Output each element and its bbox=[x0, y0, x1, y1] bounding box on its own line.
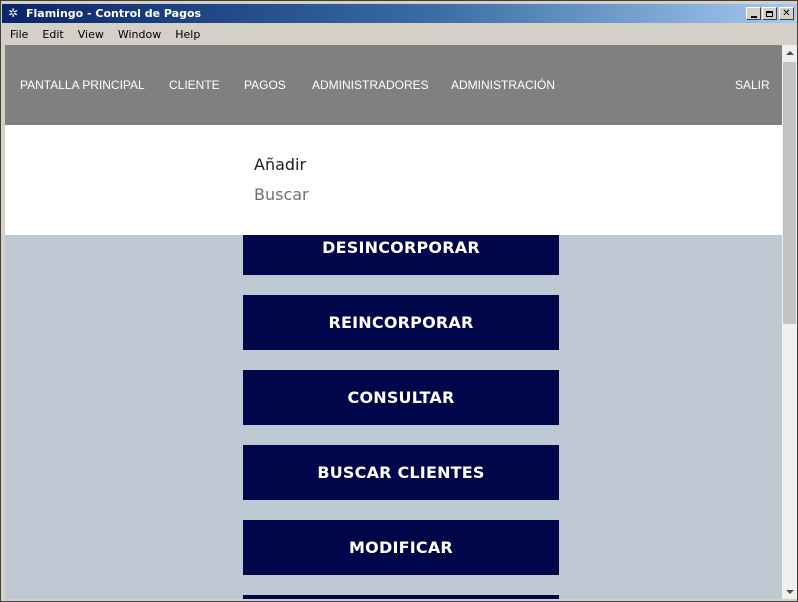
nav-administracion[interactable]: ADMINISTRACIÓN bbox=[451, 78, 555, 92]
menu-bar: File Edit View Window Help bbox=[2, 25, 796, 45]
scroll-down-button[interactable] bbox=[782, 584, 797, 599]
nav-pantalla-principal[interactable]: PANTALLA PRINCIPAL bbox=[20, 78, 145, 92]
flamingo-app-icon[interactable]: ✲ bbox=[6, 6, 20, 20]
modificar-button[interactable]: MODIFICAR bbox=[243, 520, 559, 575]
scroll-thumb[interactable] bbox=[783, 62, 796, 324]
menu-window[interactable]: Window bbox=[110, 26, 167, 44]
vertical-scrollbar[interactable] bbox=[782, 45, 797, 599]
title-bar[interactable]: ✲ Flamingo - Control de Pagos ✕ bbox=[2, 4, 796, 23]
menu-help[interactable]: Help bbox=[167, 26, 206, 44]
minimize-icon bbox=[750, 15, 757, 18]
nav-salir[interactable]: SALIR bbox=[735, 78, 770, 92]
scroll-up-icon bbox=[785, 50, 794, 55]
menu-edit[interactable]: Edit bbox=[34, 26, 69, 44]
app-window: ✲ Flamingo - Control de Pagos ✕ File Edi… bbox=[0, 0, 798, 602]
reincorporar-button[interactable]: REINCORPORAR bbox=[243, 295, 559, 350]
minimize-button[interactable] bbox=[746, 7, 761, 20]
scroll-up-button[interactable] bbox=[782, 45, 797, 60]
nav-cliente[interactable]: CLIENTE bbox=[169, 78, 220, 92]
action-button-partial[interactable] bbox=[243, 595, 559, 599]
menu-file[interactable]: File bbox=[2, 26, 34, 44]
web-content: PANTALLA PRINCIPAL CLIENTE PAGOS ADMINIS… bbox=[5, 45, 782, 599]
close-icon: ✕ bbox=[782, 7, 791, 19]
top-navigation: PANTALLA PRINCIPAL CLIENTE PAGOS ADMINIS… bbox=[5, 45, 782, 125]
nav-administradores[interactable]: ADMINISTRADORES bbox=[312, 78, 429, 92]
consultar-button[interactable]: CONSULTAR bbox=[243, 370, 559, 425]
buscar-clientes-button[interactable]: BUSCAR CLIENTES bbox=[243, 445, 559, 500]
maximize-button[interactable] bbox=[762, 7, 777, 20]
nav-pagos[interactable]: PAGOS bbox=[244, 78, 286, 92]
menu-view[interactable]: View bbox=[70, 26, 110, 44]
dropdown-item-buscar[interactable]: Buscar bbox=[254, 185, 309, 205]
scroll-down-icon bbox=[785, 589, 794, 594]
maximize-icon bbox=[766, 10, 773, 17]
close-button[interactable]: ✕ bbox=[779, 7, 794, 20]
cliente-dropdown-menu: Añadir Buscar bbox=[5, 125, 782, 235]
window-title: Flamingo - Control de Pagos bbox=[26, 7, 202, 20]
dropdown-item-anadir[interactable]: Añadir bbox=[254, 155, 306, 175]
